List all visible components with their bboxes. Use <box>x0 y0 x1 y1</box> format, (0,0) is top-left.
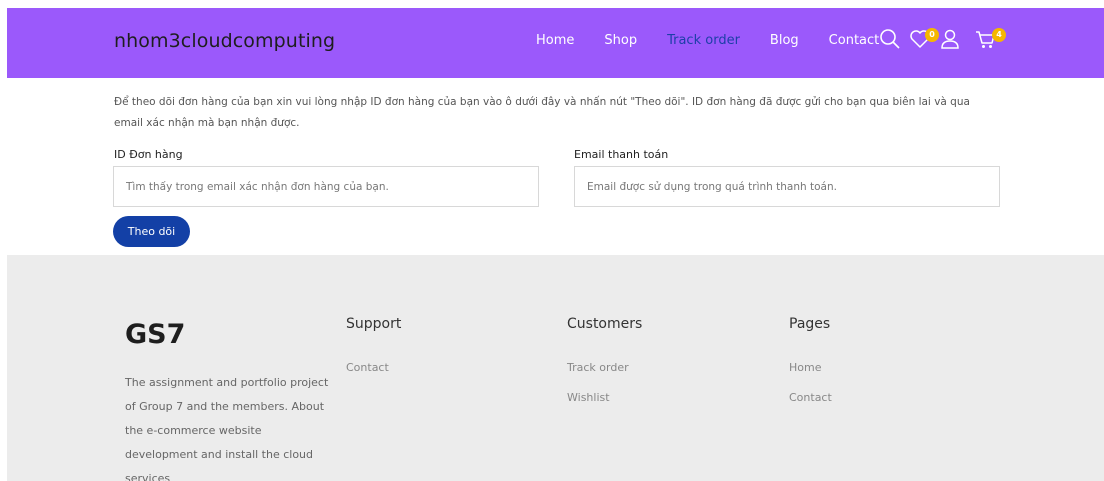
user-icon[interactable] <box>939 28 963 52</box>
header-icons: 0 4 <box>879 28 1009 58</box>
footer-column-customers: Customers Track order Wishlist <box>567 316 642 419</box>
cart-count-badge: 4 <box>992 28 1006 42</box>
site-header: nhom3cloudcomputing Home Shop Track orde… <box>7 8 1104 78</box>
wishlist-count-badge: 0 <box>925 28 939 42</box>
footer-link-contact[interactable]: Contact <box>346 359 401 376</box>
footer-column-title: Support <box>346 316 402 332</box>
footer-link-contact[interactable]: Contact <box>789 389 832 406</box>
footer-about-text: The assignment and portfolio project of … <box>125 376 329 481</box>
nav-contact[interactable]: Contact <box>829 33 880 48</box>
footer-column-support: Support Contact <box>346 316 401 389</box>
order-id-label: ID Đơn hàng <box>114 148 183 161</box>
billing-email-input[interactable] <box>574 166 1000 207</box>
nav-home[interactable]: Home <box>536 33 574 48</box>
footer-column-title: Pages <box>789 316 831 332</box>
order-id-input[interactable] <box>113 166 539 207</box>
track-button[interactable]: Theo dõi <box>113 216 190 247</box>
track-order-description: Để theo dõi đơn hàng của bạn xin vui lòn… <box>114 96 970 129</box>
nav-track-order[interactable]: Track order <box>667 33 740 48</box>
site-footer: GS7 The assignment and portfolio project… <box>7 255 1104 481</box>
footer-link-home[interactable]: Home <box>789 359 832 376</box>
footer-column-title: Customers <box>567 316 643 332</box>
footer-link-track-order[interactable]: Track order <box>567 359 642 376</box>
billing-email-label: Email thanh toán <box>574 148 669 161</box>
site-brand[interactable]: nhom3cloudcomputing <box>114 30 335 52</box>
nav-shop[interactable]: Shop <box>604 33 637 48</box>
search-icon[interactable] <box>879 28 903 52</box>
footer-logo[interactable]: GS7 <box>125 319 185 350</box>
browser-viewport: nhom3cloudcomputing Home Shop Track orde… <box>7 8 1104 481</box>
page: nhom3cloudcomputing Home Shop Track orde… <box>0 0 1104 481</box>
footer-link-wishlist[interactable]: Wishlist <box>567 389 642 406</box>
main-nav: Home Shop Track order Blog Contact <box>536 33 909 48</box>
footer-column-pages: Pages Home Contact <box>789 316 832 419</box>
nav-blog[interactable]: Blog <box>770 33 799 48</box>
